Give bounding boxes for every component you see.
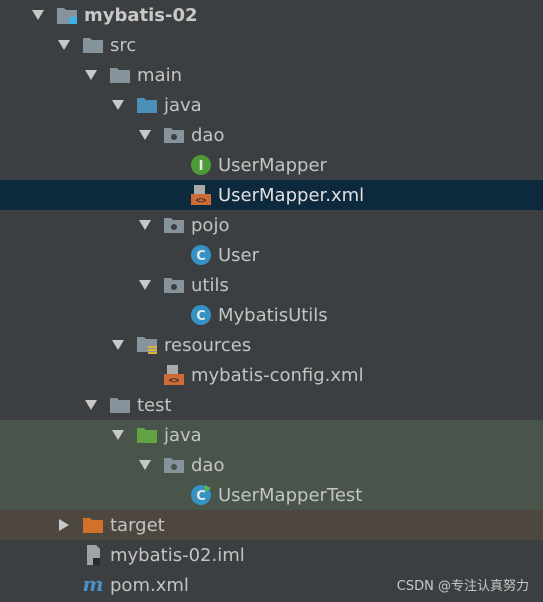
tree-label-test: test xyxy=(137,394,172,416)
tree-label-test-java: java xyxy=(164,424,202,446)
tree-row-pojo[interactable]: pojo xyxy=(0,210,543,240)
tree-label-user: User xyxy=(218,244,260,266)
tree-row-iml[interactable]: mybatis-02.iml xyxy=(0,540,543,570)
tree-label-pom: pom.xml xyxy=(110,574,189,596)
package-icon xyxy=(163,454,185,476)
tree-row-resources[interactable]: resources xyxy=(0,330,543,360)
tree-label-usermapper-xml: UserMapper.xml xyxy=(218,184,365,206)
tree-row-project-root[interactable]: mybatis-02 xyxy=(0,0,543,30)
svg-text:I: I xyxy=(199,159,204,174)
tree-row-utils[interactable]: utils xyxy=(0,270,543,300)
tree-row-dao[interactable]: dao xyxy=(0,120,543,150)
tree-label-mybatis-config: mybatis-config.xml xyxy=(191,364,364,386)
tree-row-target[interactable]: target xyxy=(0,510,543,540)
test-class-icon: C xyxy=(190,484,212,506)
svg-text:<>: <> xyxy=(196,196,207,206)
xml-file-icon: <> xyxy=(163,364,185,386)
expand-arrow-icon[interactable] xyxy=(110,427,126,443)
tree-label-resources: resources xyxy=(164,334,252,356)
expand-arrow-icon[interactable] xyxy=(137,457,153,473)
class-icon: C xyxy=(190,304,212,326)
tree-row-test-dao[interactable]: dao xyxy=(0,450,543,480)
package-icon xyxy=(163,274,185,296)
tree-row-mybatisutils[interactable]: C MybatisUtils xyxy=(0,300,543,330)
package-icon xyxy=(163,214,185,236)
tree-label-main-java: java xyxy=(164,94,202,116)
expand-arrow-icon[interactable] xyxy=(83,397,99,413)
tree-row-usermapper[interactable]: I UserMapper xyxy=(0,150,543,180)
expand-arrow-icon[interactable] xyxy=(137,217,153,233)
tree-label-iml: mybatis-02.iml xyxy=(110,544,245,566)
svg-text:m: m xyxy=(82,574,103,596)
folder-icon xyxy=(82,34,104,56)
tree-label-dao: dao xyxy=(191,124,225,146)
svg-text:<>: <> xyxy=(169,376,180,386)
expand-arrow-icon[interactable] xyxy=(110,97,126,113)
watermark: CSDN @专注认真努力 xyxy=(396,579,529,594)
expand-arrow-icon[interactable] xyxy=(137,277,153,293)
svg-text:C: C xyxy=(196,489,206,504)
iml-file-icon xyxy=(82,544,104,566)
expand-arrow-icon[interactable] xyxy=(110,337,126,353)
tree-row-test[interactable]: test xyxy=(0,390,543,420)
resources-folder-icon xyxy=(136,334,158,356)
expand-arrow-icon[interactable] xyxy=(137,127,153,143)
excluded-folder-icon xyxy=(82,514,104,536)
tree-label-pojo: pojo xyxy=(191,214,230,236)
tree-label-mybatisutils: MybatisUtils xyxy=(218,304,328,326)
maven-icon: m xyxy=(82,574,104,596)
tree-label-test-dao: dao xyxy=(191,454,225,476)
svg-text:C: C xyxy=(196,309,206,324)
tree-row-main[interactable]: main xyxy=(0,60,543,90)
tree-row-test-java[interactable]: java xyxy=(0,420,543,450)
expand-arrow-icon[interactable] xyxy=(56,37,72,53)
test-folder-icon xyxy=(136,424,158,446)
tree-label-usermappertest: UserMapperTest xyxy=(218,484,363,506)
tree-label-utils: utils xyxy=(191,274,229,296)
svg-text:C: C xyxy=(196,249,206,264)
source-folder-icon xyxy=(136,94,158,116)
package-icon xyxy=(163,124,185,146)
tree-label-project: mybatis-02 xyxy=(84,4,198,26)
tree-row-mybatis-config[interactable]: <> mybatis-config.xml xyxy=(0,360,543,390)
tree-label-target: target xyxy=(110,514,165,536)
collapse-arrow-icon[interactable] xyxy=(56,517,72,533)
tree-row-main-java[interactable]: java xyxy=(0,90,543,120)
class-icon: C xyxy=(190,244,212,266)
tree-label-usermapper: UserMapper xyxy=(218,154,327,176)
tree-row-user[interactable]: C User xyxy=(0,240,543,270)
module-folder-icon xyxy=(56,4,78,26)
tree-label-main: main xyxy=(137,64,182,86)
tree-row-usermapper-xml[interactable]: <> UserMapper.xml xyxy=(0,180,543,210)
tree-label-src: src xyxy=(110,34,137,56)
interface-icon: I xyxy=(190,154,212,176)
folder-icon xyxy=(109,64,131,86)
folder-icon xyxy=(109,394,131,416)
xml-file-icon: <> xyxy=(190,184,212,206)
expand-arrow-icon[interactable] xyxy=(83,67,99,83)
tree-row-usermappertest[interactable]: C UserMapperTest xyxy=(0,480,543,510)
expand-arrow-icon[interactable] xyxy=(30,7,46,23)
tree-row-src[interactable]: src xyxy=(0,30,543,60)
